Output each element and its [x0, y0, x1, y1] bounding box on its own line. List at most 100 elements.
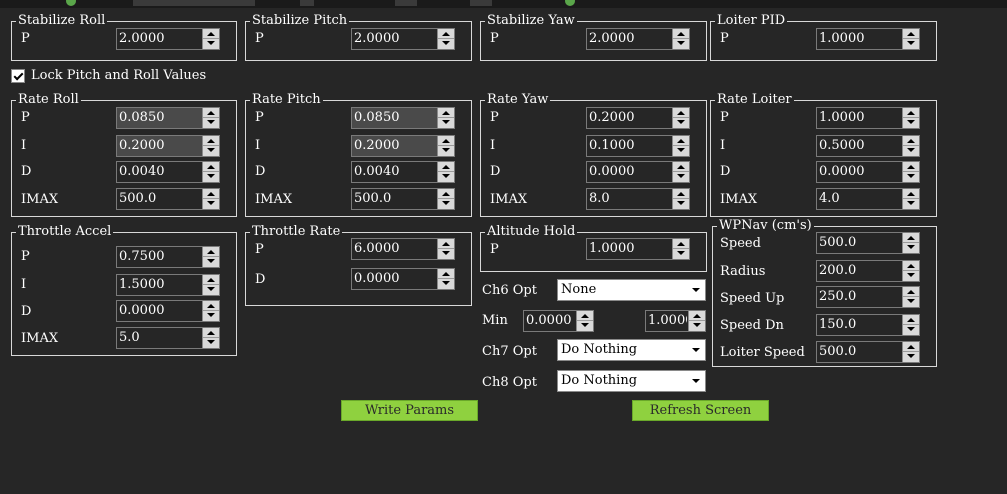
spinner-icon[interactable]	[672, 108, 689, 128]
imax-label: IMAX	[255, 192, 293, 207]
rate-loiter-i-input[interactable]: 0.5000	[816, 135, 920, 157]
lock-pitch-roll-checkbox[interactable]	[11, 69, 25, 83]
spinner-icon[interactable]	[672, 189, 689, 209]
spinner-icon[interactable]	[202, 162, 219, 182]
spinner-icon[interactable]	[902, 108, 919, 128]
speed-up-label: Speed Up	[720, 291, 785, 306]
throttle-accel-d-input[interactable]: 0.0000	[116, 300, 220, 322]
refresh-screen-button[interactable]: Refresh Screen	[632, 400, 769, 421]
spinner-icon[interactable]	[202, 275, 219, 295]
stabilize-yaw-p-input[interactable]: 2.0000	[586, 28, 690, 50]
toolbar-icon[interactable]	[300, 0, 314, 6]
spinner-icon[interactable]	[902, 342, 919, 362]
chevron-down-icon[interactable]	[687, 280, 705, 300]
p-label: P	[720, 31, 729, 46]
rate-loiter-imax-input[interactable]: 4.0	[816, 188, 920, 210]
throttle-accel-i-input[interactable]: 1.5000	[116, 274, 220, 296]
lock-pitch-roll-label[interactable]: Lock Pitch and Roll Values	[31, 68, 206, 84]
p-label: P	[21, 249, 30, 264]
altitude-hold-p-input[interactable]: 1.0000	[586, 238, 690, 260]
toolbar-tab[interactable]	[133, 0, 255, 6]
spinner-icon[interactable]	[202, 108, 219, 128]
rate-yaw-i-input[interactable]: 0.1000	[586, 135, 690, 157]
i-label: I	[21, 277, 27, 292]
ch6-opt-select[interactable]: None	[557, 279, 706, 301]
group-title: Throttle Rate	[250, 224, 343, 240]
spinner-icon[interactable]	[902, 136, 919, 156]
min-input[interactable]: 0.0000	[523, 310, 594, 332]
rate-roll-i-input[interactable]: 0.2000	[116, 135, 220, 157]
stabilize-roll-p-input[interactable]: 2.0000	[116, 28, 220, 50]
wpnav-radius-input[interactable]: 200.0	[816, 260, 920, 282]
spinner-icon[interactable]	[202, 189, 219, 209]
rate-pitch-p-input[interactable]: 0.0850	[351, 107, 455, 129]
rate-loiter-d-input[interactable]: 0.0000	[816, 161, 920, 183]
ch7-opt-label: Ch7 Opt	[482, 344, 537, 359]
spinner-icon[interactable]	[437, 239, 454, 259]
spinner-icon[interactable]	[202, 328, 219, 348]
spinner-icon[interactable]	[672, 29, 689, 49]
spinner-icon[interactable]	[902, 261, 919, 281]
p-label: P	[255, 31, 264, 46]
spinner-icon[interactable]	[672, 136, 689, 156]
throttle-rate-d-input[interactable]: 0.0000	[351, 268, 455, 290]
spinner-icon[interactable]	[202, 29, 219, 49]
group-title: Stabilize Yaw	[485, 13, 577, 29]
rate-roll-imax-input[interactable]: 500.0	[116, 188, 220, 210]
spinner-icon[interactable]	[202, 301, 219, 321]
spinner-icon[interactable]	[902, 315, 919, 335]
group-title: Loiter PID	[715, 13, 788, 29]
wpnav-speed-dn-input[interactable]: 150.0	[816, 314, 920, 336]
rate-roll-p-input[interactable]: 0.0850	[116, 107, 220, 129]
spinner-icon[interactable]	[672, 162, 689, 182]
wpnav-speed-up-input[interactable]: 250.0	[816, 286, 920, 308]
rate-loiter-p-input[interactable]: 1.0000	[816, 107, 920, 129]
spinner-icon[interactable]	[902, 189, 919, 209]
spinner-icon[interactable]	[902, 233, 919, 253]
loiter-pid-p-input[interactable]: 1.0000	[816, 28, 920, 50]
spinner-icon[interactable]	[437, 189, 454, 209]
toolbar-icon[interactable]	[470, 0, 492, 6]
rate-yaw-imax-input[interactable]: 8.0	[586, 188, 690, 210]
status-dot-icon	[565, 0, 575, 6]
spinner-icon[interactable]	[437, 162, 454, 182]
ch8-opt-select[interactable]: Do Nothing	[557, 370, 706, 392]
rate-roll-d-input[interactable]: 0.0040	[116, 161, 220, 183]
throttle-rate-p-input[interactable]: 6.0000	[351, 238, 455, 260]
toolbar-icon[interactable]	[395, 0, 417, 6]
spinner-icon[interactable]	[576, 311, 593, 331]
rate-yaw-d-input[interactable]: 0.0000	[586, 161, 690, 183]
spinner-icon[interactable]	[672, 239, 689, 259]
speed-label: Speed	[720, 236, 761, 251]
rate-pitch-i-input[interactable]: 0.2000	[351, 135, 455, 157]
p-label: P	[21, 110, 30, 125]
throttle-accel-imax-input[interactable]: 5.0	[116, 327, 220, 349]
throttle-accel-p-input[interactable]: 0.7500	[116, 246, 220, 268]
rate-yaw-p-input[interactable]: 0.2000	[586, 107, 690, 129]
group-title: Rate Yaw	[485, 92, 551, 108]
rate-pitch-imax-input[interactable]: 500.0	[351, 188, 455, 210]
rate-pitch-d-input[interactable]: 0.0040	[351, 161, 455, 183]
loiter-speed-label: Loiter Speed	[720, 345, 805, 360]
spinner-icon[interactable]	[437, 269, 454, 289]
i-label: I	[490, 138, 496, 153]
write-params-button[interactable]: Write Params	[341, 400, 478, 421]
max-input[interactable]: 1.0000	[645, 310, 706, 332]
spinner-icon[interactable]	[437, 108, 454, 128]
ch7-opt-select[interactable]: Do Nothing	[557, 339, 706, 361]
p-label: P	[490, 110, 499, 125]
spinner-icon[interactable]	[202, 136, 219, 156]
wpnav-loiter-speed-input[interactable]: 500.0	[816, 341, 920, 363]
spinner-icon[interactable]	[437, 136, 454, 156]
spinner-icon[interactable]	[902, 29, 919, 49]
group-title: Stabilize Pitch	[250, 13, 350, 29]
spinner-icon[interactable]	[902, 287, 919, 307]
stabilize-pitch-p-input[interactable]: 2.0000	[351, 28, 455, 50]
wpnav-speed-input[interactable]: 500.0	[816, 232, 920, 254]
spinner-icon[interactable]	[902, 162, 919, 182]
spinner-icon[interactable]	[437, 29, 454, 49]
spinner-icon[interactable]	[688, 311, 705, 331]
spinner-icon[interactable]	[202, 247, 219, 267]
chevron-down-icon[interactable]	[687, 371, 705, 391]
chevron-down-icon[interactable]	[687, 340, 705, 360]
